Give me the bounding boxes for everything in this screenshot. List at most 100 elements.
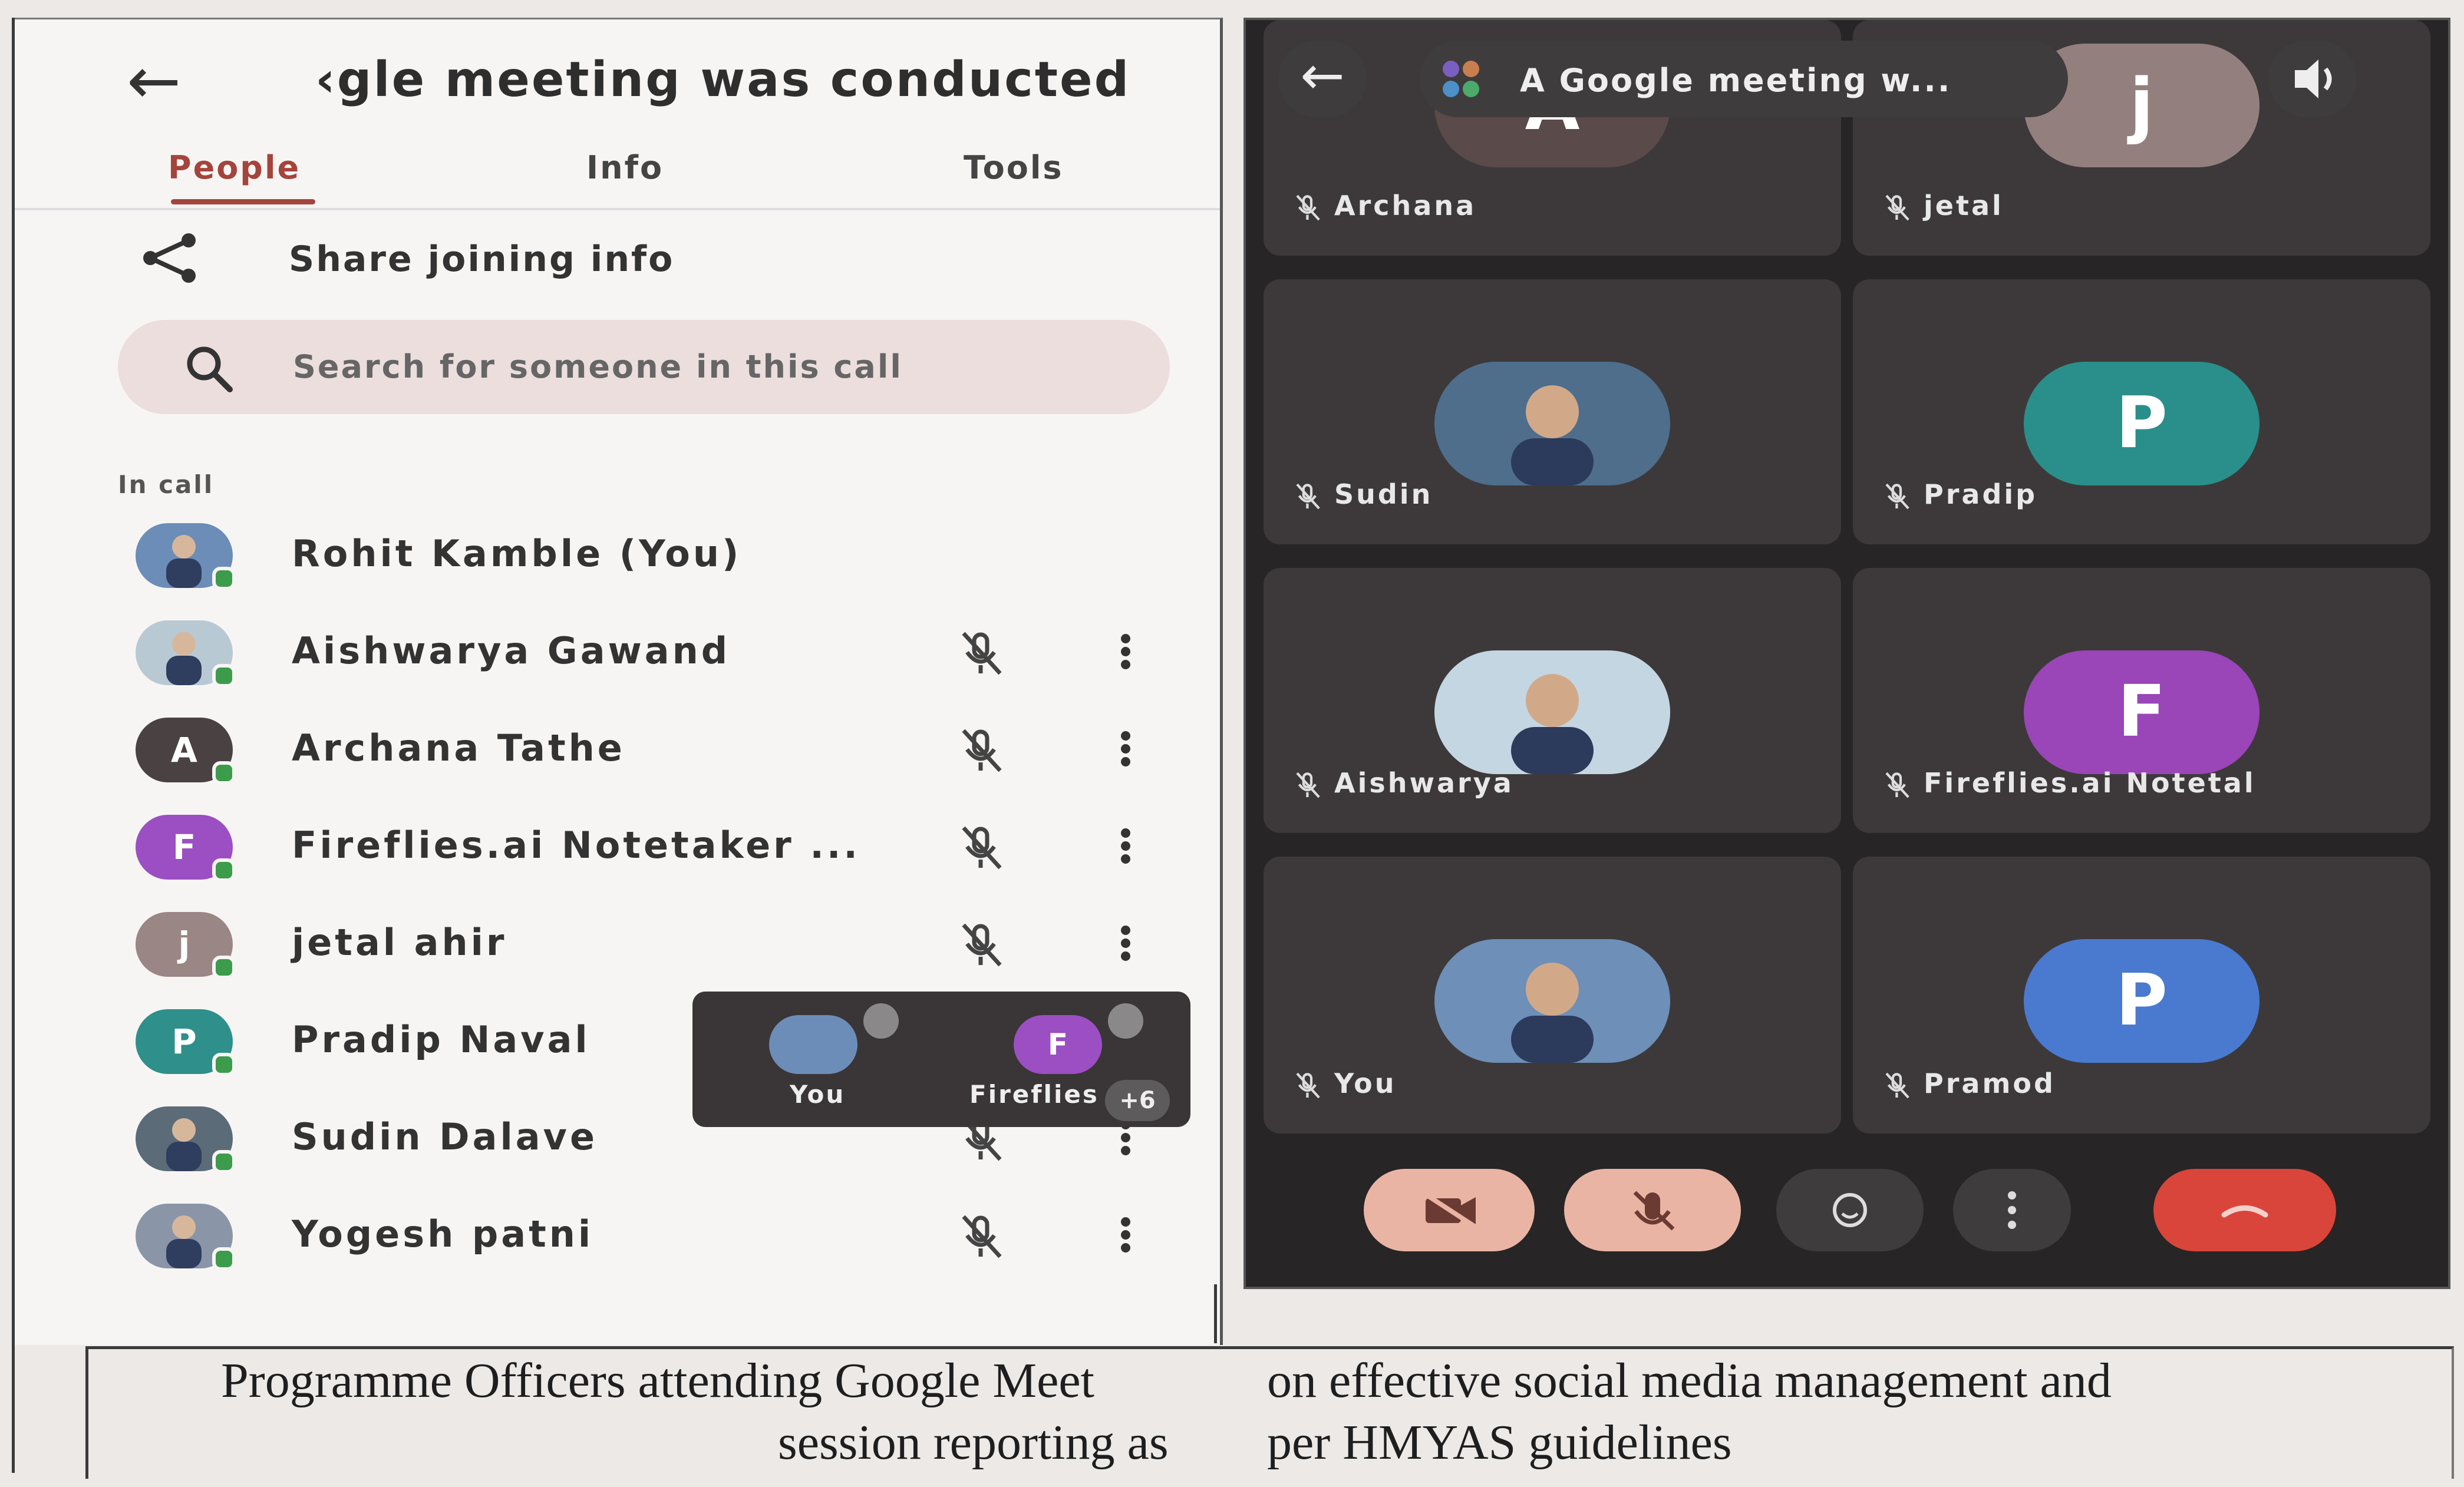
participant-row[interactable]: j jetal ahir <box>15 903 1220 997</box>
participant-tile[interactable]: P Pradip <box>1853 279 2430 544</box>
hang-up-icon <box>2221 1205 2268 1218</box>
avatar-initial: P <box>2116 382 2168 464</box>
meeting-title-pill[interactable]: A Google meeting w... <box>1420 41 2068 117</box>
participant-name: Yogesh patni <box>292 1212 594 1255</box>
tile-avatar <box>1434 939 1670 1063</box>
mic-off-icon <box>1879 1069 1915 1102</box>
avatar-initial: A <box>171 730 197 770</box>
avatar-initial: F <box>2117 671 2166 753</box>
online-status-dot <box>212 1247 236 1271</box>
participants-panel: ← ‹gle meeting was conducted People Info… <box>15 18 1223 1345</box>
participant-tile[interactable]: Sudin <box>1264 279 1841 544</box>
online-status-dot <box>212 858 236 882</box>
participant-row[interactable]: A Archana Tathe <box>15 709 1220 803</box>
online-status-dot <box>212 567 236 590</box>
mic-off-icon <box>952 723 1011 776</box>
mic-off-icon <box>1290 1069 1325 1102</box>
meet-apps-icon <box>1443 61 1479 97</box>
meeting-grid-screen: AArchanajjetalSudinPPradipAishwaryaFFire… <box>1243 18 2450 1289</box>
picture-in-picture-preview[interactable]: You F Fireflies +6 <box>692 992 1190 1127</box>
avatar-initial: F <box>172 827 196 867</box>
search-bar[interactable] <box>118 320 1170 414</box>
tile-participant-name: Archana <box>1334 190 1477 222</box>
share-joining-info-row[interactable]: Share joining info <box>15 214 1220 302</box>
mic-off-icon <box>1633 1191 1675 1231</box>
meeting-title: A Google meeting w... <box>1520 62 1952 99</box>
participant-row[interactable]: Rohit Kamble (You) <box>15 514 1220 609</box>
meeting-top-bar: ← A Google meeting w... <box>1278 35 2398 123</box>
participant-avatar: j <box>136 912 236 979</box>
tile-participant-name: Pramod <box>1924 1068 2056 1099</box>
tab-people[interactable]: People <box>168 149 301 186</box>
tile-avatar: F <box>2024 650 2260 774</box>
mic-off-button[interactable] <box>1564 1169 1741 1251</box>
participant-tile[interactable]: F Fireflies.ai Notetal <box>1853 568 2430 833</box>
participant-tile[interactable]: Aishwarya <box>1264 568 1841 833</box>
participant-row[interactable]: F Fireflies.ai Notetaker ... <box>15 806 1220 900</box>
mic-off-icon <box>1290 768 1325 801</box>
speaker-button[interactable] <box>2268 41 2357 117</box>
share-joining-info-label: Share joining info <box>289 239 675 280</box>
emoji-icon <box>1833 1193 1867 1227</box>
pip-avatar-you <box>769 1015 857 1074</box>
online-status-dot <box>212 664 236 688</box>
pip-label-fireflies: Fireflies <box>969 1080 1099 1109</box>
mic-off-icon <box>952 1210 1011 1263</box>
caption-line1-left: Programme Officers attending Google Meet <box>221 1353 1095 1408</box>
tile-avatar: P <box>2024 362 2260 485</box>
reactions-button[interactable] <box>1776 1169 1924 1251</box>
participant-name: jetal ahir <box>292 921 507 964</box>
participant-menu-icon[interactable] <box>1117 1214 1134 1261</box>
participant-name: Fireflies.ai Notetaker ... <box>292 824 860 867</box>
pip-mic-off-icon <box>1108 1003 1143 1039</box>
participant-avatar <box>136 523 236 590</box>
end-call-button[interactable] <box>2153 1169 2336 1251</box>
participant-menu-icon[interactable] <box>1117 630 1134 678</box>
pip-more-count[interactable]: +6 <box>1105 1080 1170 1121</box>
tile-avatar <box>1434 650 1670 774</box>
camera-off-button[interactable] <box>1364 1169 1535 1251</box>
mic-off-icon <box>952 918 1011 971</box>
camera-off-icon <box>1421 1190 1480 1231</box>
participant-tile[interactable]: You <box>1264 857 1841 1134</box>
back-arrow-icon[interactable]: ← <box>1278 41 1367 117</box>
participant-name: Aishwarya Gawand <box>292 629 731 672</box>
tab-tools[interactable]: Tools <box>964 149 1064 186</box>
participant-menu-icon[interactable] <box>1117 825 1134 872</box>
tab-bar: People Info Tools <box>15 143 1220 210</box>
participant-tile[interactable]: P Pramod <box>1853 857 2430 1134</box>
tile-participant-name: Pradip <box>1924 478 2038 510</box>
more-options-button[interactable] <box>1953 1169 2071 1251</box>
pip-mic-off-icon <box>863 1003 899 1039</box>
mic-off-icon <box>1879 480 1915 513</box>
caption-line2-left: session reporting as <box>778 1415 1169 1470</box>
mic-off-icon <box>1290 480 1325 513</box>
kebab-menu-icon <box>2008 1191 2016 1229</box>
back-arrow-icon[interactable]: ← <box>127 43 181 118</box>
tile-participant-name: Fireflies.ai Notetal <box>1924 767 2256 799</box>
participant-avatar <box>136 620 236 688</box>
participant-menu-icon[interactable] <box>1117 922 1134 969</box>
call-controls <box>1246 1157 2448 1263</box>
participant-avatar: P <box>136 1009 236 1076</box>
participant-name: Sudin Dalave <box>292 1115 598 1158</box>
participant-menu-icon[interactable] <box>1117 728 1134 775</box>
participant-avatar <box>136 1106 236 1174</box>
participant-avatar: A <box>136 718 236 785</box>
participant-row[interactable]: Aishwarya Gawand <box>15 612 1220 706</box>
search-input[interactable] <box>292 342 1119 391</box>
online-status-dot <box>212 761 236 785</box>
online-status-dot <box>212 1150 236 1174</box>
participant-avatar: F <box>136 815 236 882</box>
tile-participant-name: Aishwarya <box>1334 767 1514 799</box>
caption-divider <box>1214 1284 1217 1343</box>
online-status-dot <box>212 1053 236 1076</box>
online-status-dot <box>212 956 236 979</box>
participant-name: Pradip Naval <box>292 1018 591 1061</box>
meeting-title: ‹gle meeting was conducted <box>315 52 1131 108</box>
tab-info[interactable]: Info <box>586 149 664 186</box>
pip-avatar-fireflies: F <box>1014 1015 1102 1074</box>
tile-avatar <box>1434 362 1670 485</box>
tile-avatar: P <box>2024 939 2260 1063</box>
participant-row[interactable]: Yogesh patni <box>15 1195 1220 1289</box>
